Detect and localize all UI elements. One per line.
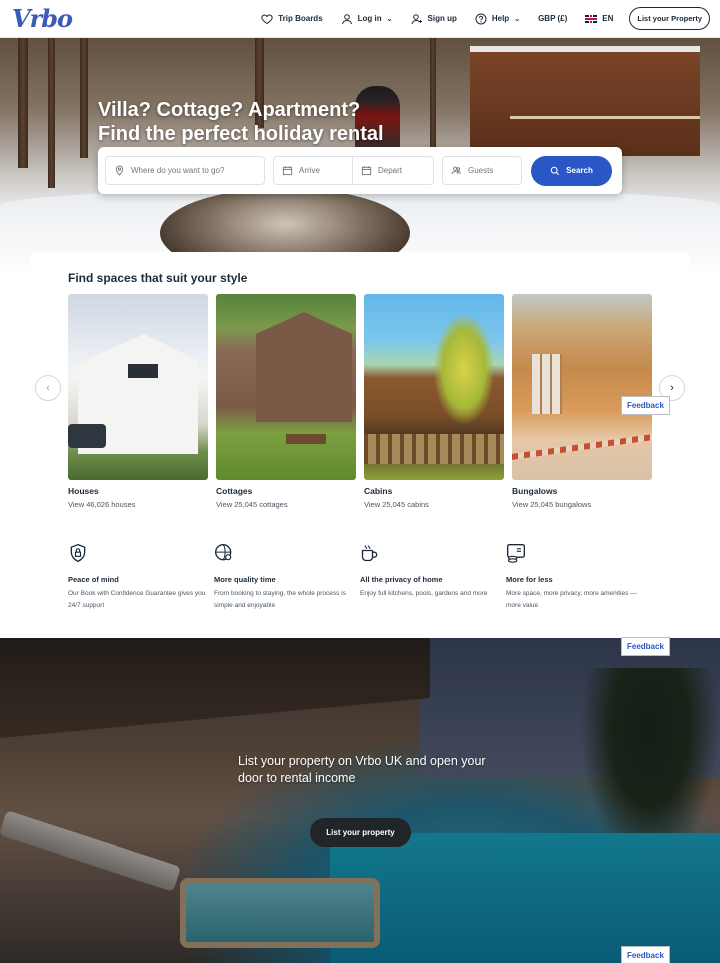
benefit-title: All the privacy of home xyxy=(360,575,443,584)
hero-tree xyxy=(430,38,436,158)
styles-section-title: Find spaces that suit your style xyxy=(68,271,248,285)
uk-flag-icon xyxy=(585,14,598,23)
benefit-desc: More space, more privacy, more amenities… xyxy=(506,590,637,609)
arrive-date-field[interactable]: Arrive xyxy=(273,156,353,185)
style-card-cabins[interactable]: Cabins View 25,045 cabins xyxy=(364,294,504,509)
sign-up-link[interactable]: Sign up xyxy=(411,13,457,25)
language-selector[interactable]: EN xyxy=(585,14,613,23)
style-card-houses[interactable]: Houses View 46,026 houses xyxy=(68,294,208,509)
cottages-image xyxy=(216,294,356,480)
card-count: View 46,026 houses xyxy=(68,500,136,509)
help-label: Help xyxy=(491,14,510,23)
trip-boards-label: Trip Boards xyxy=(278,14,323,23)
destination-field[interactable]: Where do you want to go? xyxy=(105,156,265,185)
cabins-image xyxy=(364,294,504,480)
chevron-down-icon: ⌄ xyxy=(386,15,393,23)
benefit-peace-of-mind: Peace of mind Our Book with Confidence G… xyxy=(68,543,208,612)
benefit-title: More quality time xyxy=(214,575,276,584)
benefit-desc: Our Book with Confidence Guarantee gives… xyxy=(68,590,206,609)
benefit-privacy: All the privacy of home Enjoy full kitch… xyxy=(360,543,500,600)
benefit-quality-time: More quality time From booking to stayin… xyxy=(214,543,354,612)
guests-placeholder: Guests xyxy=(468,166,494,175)
hero-tree xyxy=(48,38,55,188)
search-button-label: Search xyxy=(566,166,593,175)
card-name: Cabins xyxy=(364,486,393,496)
log-in-label: Log in xyxy=(357,14,382,23)
hero-title-line1: Villa? Cottage? Apartment? xyxy=(98,99,361,121)
language-label: EN xyxy=(602,14,614,23)
guests-icon xyxy=(451,166,462,175)
benefit-more-for-less: More for less More space, more privacy, … xyxy=(506,543,646,612)
card-name: Bungalows xyxy=(512,486,558,496)
hero-section: Villa? Cottage? Apartment? Find the perf… xyxy=(0,38,720,272)
chevron-down-icon: ⌄ xyxy=(514,15,521,23)
search-button[interactable]: Search xyxy=(531,155,612,186)
hero-tree xyxy=(80,38,88,158)
search-icon xyxy=(550,166,560,175)
help-circle-icon xyxy=(475,13,487,24)
shield-lock-icon xyxy=(70,543,86,563)
bungalows-image xyxy=(512,294,652,480)
arrive-placeholder: Arrive xyxy=(299,166,320,175)
calendar-icon xyxy=(282,166,293,176)
depart-placeholder: Depart xyxy=(378,166,403,175)
destination-placeholder: Where do you want to go? xyxy=(131,166,225,175)
card-count: View 25,045 cabins xyxy=(364,500,429,509)
list-your-property-button[interactable]: List your Property xyxy=(629,7,710,30)
log-in-menu[interactable]: Log in ⌄ xyxy=(341,13,393,25)
feedback-button[interactable]: Feedback xyxy=(621,396,670,415)
top-nav: Trip Boards Log in ⌄ Sign up Help ⌄ GBP … xyxy=(243,7,710,30)
benefit-desc: From booking to staying, the whole proce… xyxy=(214,590,346,609)
banner-overlay xyxy=(0,638,720,963)
location-pin-icon xyxy=(115,165,124,176)
heart-icon xyxy=(261,13,273,24)
hero-cabin xyxy=(470,46,700,156)
banner-list-property-button[interactable]: List your property xyxy=(310,818,411,847)
card-name: Cottages xyxy=(216,486,253,496)
feedback-button[interactable]: Feedback xyxy=(621,637,670,656)
search-bar: Where do you want to go? Arrive Depart G… xyxy=(98,147,622,194)
calendar-icon xyxy=(361,166,372,176)
trip-boards-link[interactable]: Trip Boards xyxy=(261,13,323,25)
style-card-cottages[interactable]: Cottages View 25,045 cottages xyxy=(216,294,356,509)
guests-field[interactable]: Guests xyxy=(442,156,522,185)
hero-title-line2: Find the perfect holiday rental xyxy=(98,123,384,145)
banner-text: List your property on Vrbo UK and open y… xyxy=(238,754,486,785)
currency-selector[interactable]: GBP (£) xyxy=(538,14,567,23)
card-count: View 25,045 bungalows xyxy=(512,500,592,509)
hero-tree xyxy=(18,38,28,168)
family-globe-icon xyxy=(215,544,232,561)
depart-date-field[interactable]: Depart xyxy=(353,156,434,185)
vrbo-logo[interactable]: Vrbo xyxy=(12,4,82,33)
benefit-title: Peace of mind xyxy=(68,575,119,584)
chevron-right-icon: › xyxy=(670,382,674,394)
feedback-button[interactable]: Feedback xyxy=(621,946,670,963)
carousel-prev-button[interactable]: ‹ xyxy=(35,375,61,401)
card-name: Houses xyxy=(68,486,99,496)
card-count: View 25,045 cottages xyxy=(216,500,288,509)
top-header: Vrbo Trip Boards Log in ⌄ Sign up Help ⌄… xyxy=(0,0,720,38)
help-menu[interactable]: Help ⌄ xyxy=(475,13,520,25)
benefit-desc: Enjoy full kitchens, pools, gardens and … xyxy=(360,590,488,597)
chevron-left-icon: ‹ xyxy=(46,382,50,394)
benefit-title: More for less xyxy=(506,575,553,584)
houses-image xyxy=(68,294,208,480)
sign-up-label: Sign up xyxy=(427,14,457,23)
currency-label: GBP (£) xyxy=(538,14,568,23)
hero-title: Villa? Cottage? Apartment? Find the perf… xyxy=(98,98,384,146)
list-property-banner: List your property on Vrbo UK and open y… xyxy=(0,638,720,963)
mug-home-icon xyxy=(361,545,378,562)
coins-screen-icon xyxy=(507,544,525,563)
add-user-icon xyxy=(411,13,422,24)
user-icon xyxy=(341,13,352,24)
